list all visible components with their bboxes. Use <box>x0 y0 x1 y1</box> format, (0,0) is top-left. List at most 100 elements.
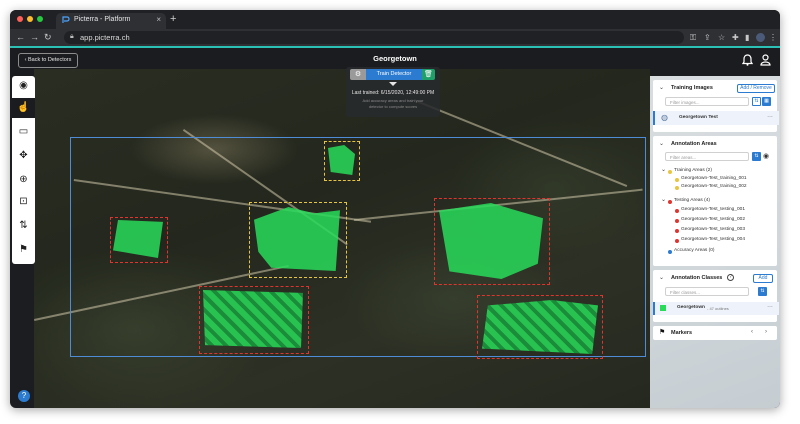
annotation-polygon <box>439 203 543 279</box>
visibility-eye-icon[interactable]: ◉ <box>763 152 769 160</box>
annotation-polygon <box>203 290 303 348</box>
training-area-1[interactable] <box>249 202 347 278</box>
testing-area-item[interactable]: Georgetown-Test_testing_003 <box>681 227 745 232</box>
rectangle-tool-icon[interactable]: ▭ <box>12 122 35 142</box>
testing-area-2[interactable] <box>434 198 550 285</box>
annotation-polygon <box>328 145 355 175</box>
annotation-class-row[interactable]: Georgetown - 47 outlines … <box>653 302 779 315</box>
annotation-polygon <box>482 300 598 354</box>
share-icon[interactable]: ⇪ <box>704 33 711 42</box>
forward-arrow-icon[interactable]: → <box>30 32 39 42</box>
training-area-item[interactable]: Georgetown-Test_training_002 <box>681 184 747 189</box>
class-outline-count: - 47 outlines <box>707 306 729 311</box>
close-window-dot[interactable] <box>17 16 23 22</box>
testing-area-1[interactable] <box>110 217 168 263</box>
view-toggle-icon[interactable]: ▦ <box>762 97 771 106</box>
sort-icon[interactable]: ⇅ <box>752 97 761 106</box>
train-detector-panel: ⚙ Train Detector 🗑︎ Last trained: 6/15/2… <box>346 67 440 117</box>
sort-icon[interactable]: ⇅ <box>752 152 761 161</box>
accuracy-areas-group[interactable]: Accuracy Areas (0) <box>674 248 715 253</box>
annotation-areas-card: ⌄ Annotation Areas Filter areas... ⇅ ◉ ⌄… <box>653 136 777 266</box>
train-detector-button[interactable]: Train Detector <box>366 69 422 80</box>
hint-line-1: Add accuracy areas and train your <box>362 98 424 103</box>
tab-title: Picterra - Platform <box>74 16 131 23</box>
accuracy-hint-text: Add accuracy areas and train your detect… <box>346 98 440 110</box>
address-bar: ← → ↻ 🔒︎ app.picterra.ch ⚿ ⇪ ☆ ✚ ▮ ⋮ <box>10 29 780 46</box>
sidebar-icon[interactable]: ▮ <box>745 33 749 42</box>
filter-areas-input[interactable]: Filter areas... <box>665 152 749 161</box>
markers-title: Markers <box>671 330 693 336</box>
lock-icon: 🔒︎ <box>70 33 74 40</box>
info-icon[interactable]: ? <box>727 274 734 281</box>
last-trained-text: Last trained: 6/15/2020, 12:49:00 PM <box>351 90 435 96</box>
testing-area-3[interactable] <box>199 286 309 354</box>
back-arrow-icon[interactable]: ← <box>16 32 25 42</box>
tab-close-icon[interactable]: × <box>156 15 161 24</box>
map-toolbar: ◉ ☝ ▭ ✥ ⊕ ⊡ ⇅ ⚑ <box>12 76 35 264</box>
url-field[interactable]: 🔒︎ app.picterra.ch <box>64 31 684 44</box>
browser-tab[interactable]: Picterra - Platform × <box>56 13 166 29</box>
chevron-down-icon[interactable]: ⌄ <box>661 196 666 203</box>
filter-images-input[interactable]: Filter images... <box>665 97 749 106</box>
caret-down-icon <box>389 82 397 86</box>
user-icon[interactable] <box>760 54 771 66</box>
key-icon[interactable]: ⚿ <box>690 33 696 42</box>
flag-icon: ⚑ <box>659 329 666 336</box>
new-tab-button[interactable]: + <box>170 13 176 25</box>
fit-extent-icon[interactable]: ⊡ <box>12 192 35 212</box>
visibility-eye-icon[interactable]: ◉ <box>12 76 35 96</box>
settings-gear-icon[interactable]: ⚙ <box>350 69 366 80</box>
zoom-icon[interactable]: ⊕ <box>12 170 35 190</box>
testing-color-dot <box>675 239 679 243</box>
maximize-window-dot[interactable] <box>37 16 43 22</box>
sort-icon[interactable]: ⇅ <box>758 287 767 296</box>
training-area-item[interactable]: Georgetown-Test_training_001 <box>681 176 747 181</box>
pointer-hand-icon[interactable]: ☝ <box>12 98 35 118</box>
testing-areas-group[interactable]: Testing Areas (4) <box>674 198 710 203</box>
bell-icon[interactable] <box>742 54 753 66</box>
profile-avatar[interactable] <box>756 33 765 42</box>
class-name: Georgetown <box>677 305 705 310</box>
testing-area-item[interactable]: Georgetown-Test_testing_002 <box>681 217 745 222</box>
training-images-card: ⌄ Training Images Add / Remove Filter im… <box>653 80 779 132</box>
flag-icon[interactable]: ⚑ <box>12 240 35 260</box>
right-sidebar: ⌄ Training Images Add / Remove Filter im… <box>650 76 780 408</box>
training-color-dot <box>675 178 679 182</box>
filter-classes-input[interactable]: Filter classes... <box>665 287 749 296</box>
previous-marker-icon[interactable]: ‹ <box>751 329 753 335</box>
training-color-dot <box>675 186 679 190</box>
markers-card: ⚑ Markers ‹ › <box>653 326 777 340</box>
star-icon[interactable]: ☆ <box>718 33 725 42</box>
trash-icon[interactable]: 🗑︎ <box>422 69 435 80</box>
help-icon[interactable]: ? <box>18 390 30 402</box>
next-marker-icon[interactable]: › <box>765 329 767 335</box>
training-images-title: Training Images <box>671 85 713 91</box>
testing-area-item[interactable]: Georgetown-Test_testing_004 <box>681 237 745 242</box>
extensions-icon[interactable]: ✚ <box>732 33 739 42</box>
testing-area-item[interactable]: Georgetown-Test_testing_001 <box>681 207 745 212</box>
sort-arrows-icon[interactable]: ⇅ <box>12 216 35 236</box>
testing-area-4[interactable] <box>477 295 603 359</box>
minimize-window-dot[interactable] <box>27 16 33 22</box>
class-color-swatch <box>660 305 666 311</box>
training-color-dot <box>668 170 672 174</box>
reload-icon[interactable]: ↻ <box>44 32 52 42</box>
more-options-icon[interactable]: … <box>767 303 773 309</box>
add-remove-images-button[interactable]: Add / Remove <box>737 84 775 93</box>
training-area-2[interactable] <box>324 141 360 181</box>
satellite-map[interactable] <box>34 69 650 408</box>
annotation-polygon <box>113 220 163 258</box>
more-options-icon[interactable]: … <box>767 113 773 119</box>
annotation-polygon <box>254 207 340 271</box>
more-menu-icon[interactable]: ⋮ <box>769 33 777 42</box>
accuracy-color-dot <box>668 250 672 254</box>
training-areas-group[interactable]: Training Areas (2) <box>674 168 712 173</box>
chevron-down-icon[interactable]: ⌄ <box>659 140 664 147</box>
chevron-down-icon[interactable]: ⌄ <box>659 84 664 91</box>
testing-color-dot <box>675 219 679 223</box>
chevron-down-icon[interactable]: ⌄ <box>661 166 666 173</box>
training-image-row[interactable]: ◍ Georgetown Test … <box>653 111 779 125</box>
move-icon[interactable]: ✥ <box>12 146 35 166</box>
add-class-button[interactable]: Add <box>753 274 773 283</box>
chevron-down-icon[interactable]: ⌄ <box>659 274 664 281</box>
